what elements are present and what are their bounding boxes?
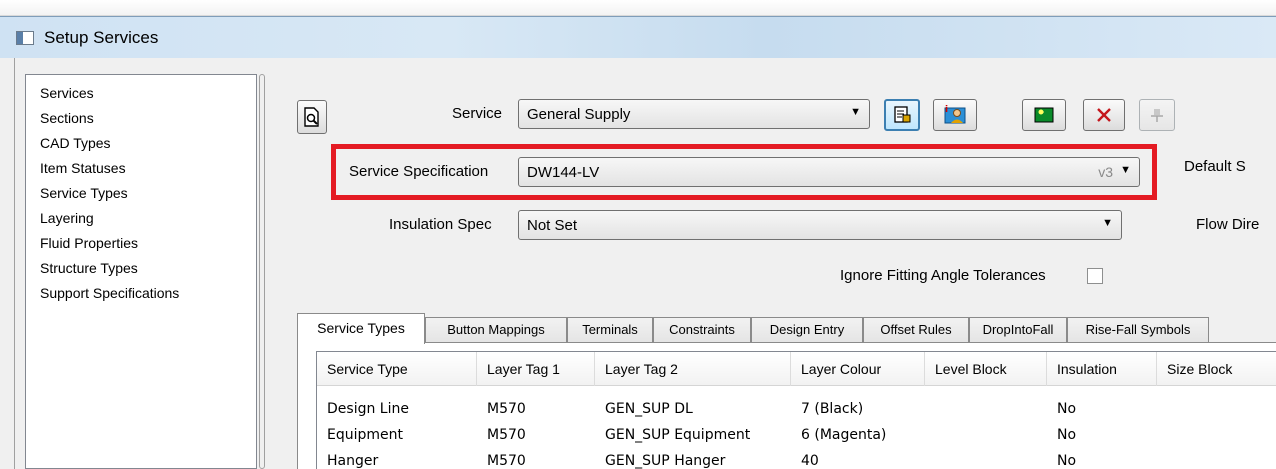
table-cell-layer-tag-1[interactable]: M570 (477, 448, 526, 469)
add-service-icon (1034, 107, 1054, 123)
table-cell-layer-colour[interactable]: 40 (791, 448, 819, 469)
panel-splitter[interactable] (259, 74, 265, 469)
tab-offset-rules[interactable]: Offset Rules (863, 317, 969, 343)
svg-text:i: i (945, 105, 948, 115)
chevron-down-icon: ▼ (1102, 217, 1113, 229)
service-dropdown[interactable]: General Supply ▼ (518, 99, 870, 129)
service-types-tab-page: Service Type Layer Tag 1 Layer Tag 2 Lay… (297, 342, 1276, 469)
column-header-layer-tag-2[interactable]: Layer Tag 2 (595, 352, 791, 386)
insulation-spec-value: Not Set (527, 217, 578, 234)
delete-button[interactable] (1083, 99, 1125, 131)
table-cell-layer-tag-1[interactable]: M570 (477, 422, 526, 448)
category-item-layering[interactable]: Layering (26, 206, 256, 231)
preview-button[interactable] (297, 100, 327, 134)
table-cell-layer-colour[interactable]: 6 (Magenta) (791, 422, 886, 448)
table-cell-layer-tag-2[interactable]: GEN_SUP DL (595, 396, 693, 422)
table-cell-service-type[interactable]: Equipment (317, 422, 403, 448)
grid-header-row: Service Type Layer Tag 1 Layer Tag 2 Lay… (317, 352, 1276, 386)
chevron-down-icon: ▼ (850, 106, 861, 118)
background-window-strip (0, 0, 1276, 16)
user-edit-button[interactable]: i (933, 99, 977, 131)
preview-icon (304, 107, 319, 127)
category-item-services[interactable]: Services (26, 81, 256, 106)
tab-service-types[interactable]: Service Types (297, 313, 425, 344)
category-item-support-specifications[interactable]: Support Specifications (26, 281, 256, 306)
insulation-spec-dropdown[interactable]: Not Set ▼ (518, 210, 1122, 240)
table-cell-layer-tag-2[interactable]: GEN_SUP Equipment (595, 422, 750, 448)
ignore-fitting-angle-tolerances-checkbox[interactable] (1087, 268, 1103, 284)
column-header-level-block[interactable]: Level Block (925, 352, 1047, 386)
tab-drop-into-fall[interactable]: DropIntoFall (969, 317, 1067, 343)
properties-icon (894, 106, 911, 123)
service-value: General Supply (527, 106, 631, 123)
setup-category-list[interactable]: Services Sections CAD Types Item Statuse… (25, 74, 257, 469)
service-label: Service (452, 105, 503, 122)
tab-design-entry[interactable]: Design Entry (751, 317, 863, 343)
table-cell-insulation[interactable]: No (1047, 422, 1076, 448)
user-edit-icon: i (944, 105, 966, 124)
window-icon (16, 31, 34, 45)
tab-rise-fall-symbols[interactable]: Rise-Fall Symbols (1067, 317, 1209, 343)
table-cell-service-type[interactable]: Hanger (317, 448, 378, 469)
category-item-service-types[interactable]: Service Types (26, 181, 256, 206)
table-cell-insulation[interactable]: No (1047, 396, 1076, 422)
flow-direction-label: Flow Dire (1196, 216, 1260, 233)
add-service-button[interactable] (1022, 99, 1066, 131)
column-header-size-block[interactable]: Size Block (1157, 352, 1276, 386)
insulation-spec-label: Insulation Spec (389, 216, 492, 233)
dialog-client-area: Services Sections CAD Types Item Statuse… (14, 58, 1276, 469)
annotation-highlight-box (331, 144, 1157, 200)
column-header-layer-tag-1[interactable]: Layer Tag 1 (477, 352, 595, 386)
category-item-fluid-properties[interactable]: Fluid Properties (26, 231, 256, 256)
category-item-item-statuses[interactable]: Item Statuses (26, 156, 256, 181)
pin-icon (1151, 109, 1163, 122)
table-cell-insulation[interactable]: No (1047, 448, 1076, 469)
title-bar[interactable]: Setup Services (0, 16, 1276, 58)
ignore-fitting-angle-tolerances-label: Ignore Fitting Angle Tolerances (840, 267, 1046, 284)
delete-icon (1097, 108, 1111, 122)
column-header-service-type[interactable]: Service Type (317, 352, 477, 386)
category-item-structure-types[interactable]: Structure Types (26, 256, 256, 281)
default-service-label: Default S (1184, 158, 1246, 175)
tab-terminals[interactable]: Terminals (567, 317, 653, 343)
table-cell-layer-tag-1[interactable]: M570 (477, 396, 526, 422)
properties-button[interactable] (884, 99, 920, 131)
pin-button[interactable] (1139, 99, 1175, 131)
service-types-grid[interactable]: Service Type Layer Tag 1 Layer Tag 2 Lay… (316, 351, 1276, 469)
tab-constraints[interactable]: Constraints (653, 317, 751, 343)
table-cell-service-type[interactable]: Design Line (317, 396, 409, 422)
table-cell-layer-colour[interactable]: 7 (Black) (791, 396, 863, 422)
category-item-sections[interactable]: Sections (26, 106, 256, 131)
window-title: Setup Services (44, 28, 159, 47)
column-header-insulation[interactable]: Insulation (1047, 352, 1157, 386)
tab-button-mappings[interactable]: Button Mappings (425, 317, 567, 343)
table-cell-layer-tag-2[interactable]: GEN_SUP Hanger (595, 448, 725, 469)
category-item-cad-types[interactable]: CAD Types (26, 131, 256, 156)
column-header-layer-colour[interactable]: Layer Colour (791, 352, 925, 386)
